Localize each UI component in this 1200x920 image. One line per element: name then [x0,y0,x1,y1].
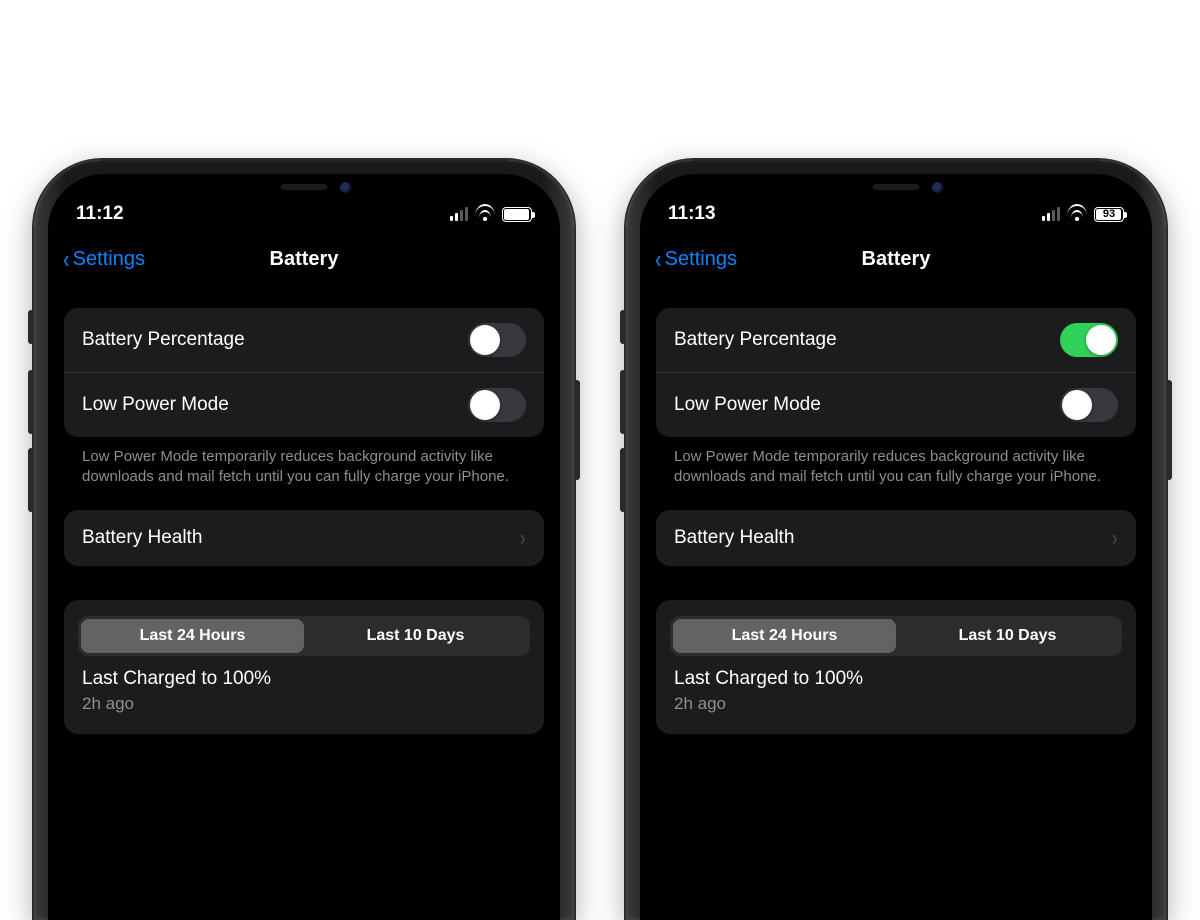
low-power-mode-row[interactable]: Low Power Mode [656,372,1136,437]
wifi-icon [1067,207,1087,221]
notch [806,174,986,208]
segment-last-10d[interactable]: Last 10 Days [304,619,527,653]
side-button[interactable] [1166,380,1172,480]
row-label: Battery Health [82,527,202,549]
low-power-mode-toggle[interactable] [1060,388,1118,422]
volume-down-button[interactable] [620,448,626,512]
last-charged-sub: 2h ago [674,694,1118,714]
mute-switch[interactable] [28,310,34,344]
row-label: Low Power Mode [674,394,821,416]
battery-percentage-label: 93 [1103,208,1115,220]
battery-icon: 93 [1094,207,1124,222]
clock: 11:12 [76,203,124,225]
row-label: Battery Percentage [82,329,245,351]
back-label: Settings [73,248,145,271]
low-power-mode-footer: Low Power Mode temporarily reduces backg… [656,437,1136,488]
volume-down-button[interactable] [28,448,34,512]
battery-icon [502,207,532,222]
nav-bar: ‹ Settings Battery [640,234,1152,284]
battery-options-group: Battery Percentage Low Power Mode [64,308,544,437]
cellular-signal-icon [1042,207,1060,221]
volume-up-button[interactable] [620,370,626,434]
battery-health-row[interactable]: Battery Health › [656,510,1136,566]
phone-right: 11:13 93 ‹ Settings Battery [626,160,1166,920]
notch [214,174,394,208]
battery-options-group: Battery Percentage Low Power Mode [656,308,1136,437]
phone-comparison: 11:12 ‹ Settings Battery [0,160,1200,920]
earpiece [873,184,919,190]
phone-left: 11:12 ‹ Settings Battery [34,160,574,920]
side-button[interactable] [574,380,580,480]
volume-up-button[interactable] [28,370,34,434]
last-charged-title: Last Charged to 100% [674,668,1118,690]
back-button[interactable]: ‹ Settings [654,246,737,272]
usage-range-segmented[interactable]: Last 24 Hours Last 10 Days [670,616,1122,656]
battery-health-row[interactable]: Battery Health › [64,510,544,566]
cellular-signal-icon [450,207,468,221]
front-camera [340,182,352,194]
nav-bar: ‹ Settings Battery [48,234,560,284]
front-camera [932,182,944,194]
low-power-mode-toggle[interactable] [468,388,526,422]
earpiece [281,184,327,190]
back-label: Settings [665,248,737,271]
mute-switch[interactable] [620,310,626,344]
last-charged-title: Last Charged to 100% [82,668,526,690]
chevron-right-icon: › [520,525,524,551]
row-label: Battery Percentage [674,329,837,351]
segment-last-24h[interactable]: Last 24 Hours [81,619,304,653]
battery-percentage-toggle[interactable] [468,323,526,357]
battery-usage-group: Last 24 Hours Last 10 Days Last Charged … [64,600,544,734]
wifi-icon [475,207,495,221]
battery-health-group: Battery Health › [656,510,1136,566]
row-label: Battery Health [674,527,794,549]
page-title: Battery [270,248,339,271]
battery-percentage-toggle[interactable] [1060,323,1118,357]
battery-percentage-row[interactable]: Battery Percentage [656,308,1136,372]
last-charged-sub: 2h ago [82,694,526,714]
page-title: Battery [862,248,931,271]
chevron-left-icon: ‹ [63,246,69,272]
row-label: Low Power Mode [82,394,229,416]
back-button[interactable]: ‹ Settings [62,246,145,272]
segment-last-10d[interactable]: Last 10 Days [896,619,1119,653]
chevron-right-icon: › [1112,525,1116,551]
low-power-mode-row[interactable]: Low Power Mode [64,372,544,437]
battery-health-group: Battery Health › [64,510,544,566]
screen: 11:13 93 ‹ Settings Battery [640,174,1152,920]
screen: 11:12 ‹ Settings Battery [48,174,560,920]
chevron-left-icon: ‹ [655,246,661,272]
usage-range-segmented[interactable]: Last 24 Hours Last 10 Days [78,616,530,656]
clock: 11:13 [668,203,716,225]
low-power-mode-footer: Low Power Mode temporarily reduces backg… [64,437,544,488]
battery-usage-group: Last 24 Hours Last 10 Days Last Charged … [656,600,1136,734]
battery-percentage-row[interactable]: Battery Percentage [64,308,544,372]
segment-last-24h[interactable]: Last 24 Hours [673,619,896,653]
